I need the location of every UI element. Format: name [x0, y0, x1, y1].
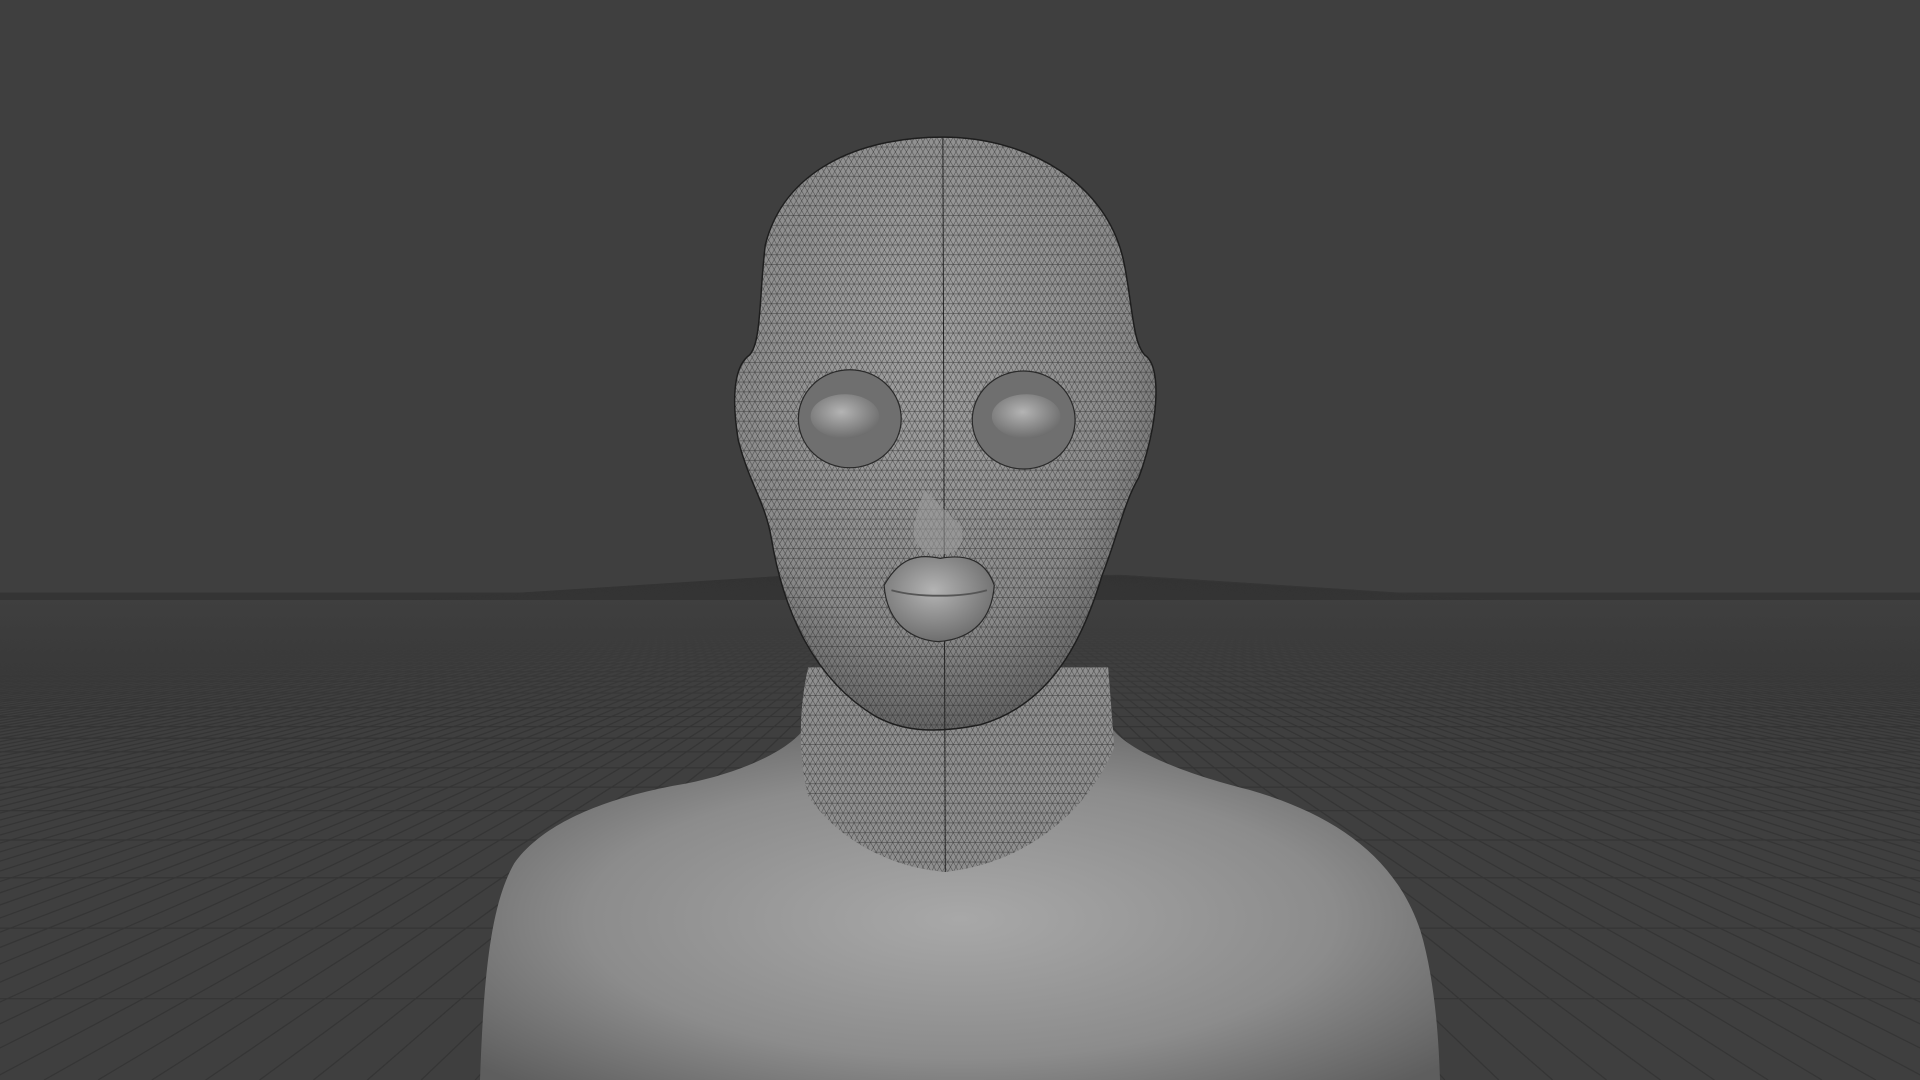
- right-eye: [991, 394, 1061, 439]
- 3d-viewport[interactable]: [0, 0, 1920, 1080]
- viewport-canvas[interactable]: [0, 0, 1920, 1080]
- left-eye: [810, 394, 880, 439]
